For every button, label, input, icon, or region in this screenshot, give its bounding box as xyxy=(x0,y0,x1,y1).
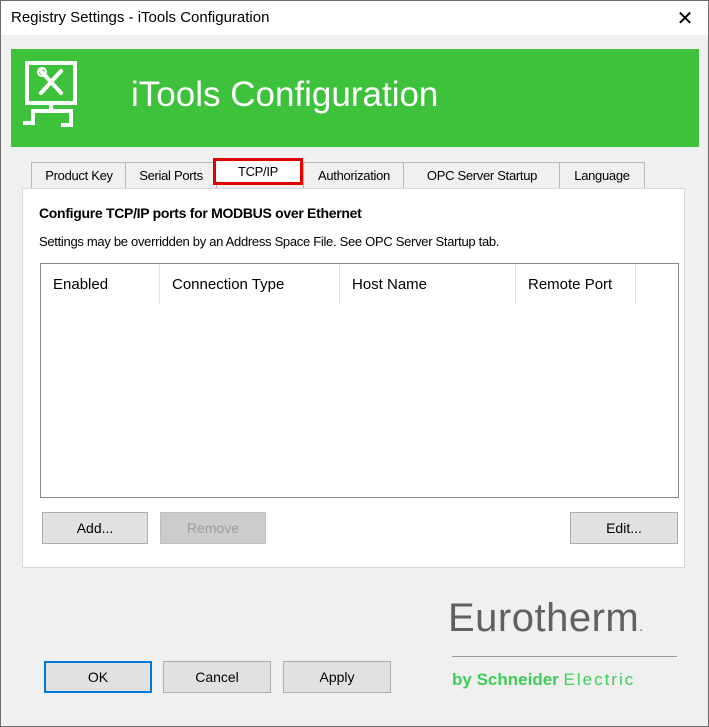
tools-monitor-icon xyxy=(23,61,77,127)
column-header-remote-port[interactable]: Remote Port xyxy=(516,264,636,304)
tab-authorization[interactable]: Authorization xyxy=(303,162,405,188)
tab-tcp-ip[interactable]: TCP/IP xyxy=(213,158,303,185)
tab-serial-ports[interactable]: Serial Ports xyxy=(125,162,217,188)
apply-button[interactable]: Apply xyxy=(283,661,391,693)
schneider-electric-byline: by Schneider Electric xyxy=(452,670,636,689)
column-header-enabled[interactable]: Enabled xyxy=(41,264,160,304)
eurotherm-logo: Eurotherm. xyxy=(448,596,644,640)
ok-button[interactable]: OK xyxy=(44,661,152,693)
tab-opc-server-startup[interactable]: OPC Server Startup xyxy=(403,162,561,188)
close-icon: ✕ xyxy=(676,7,694,30)
title-bar: Registry Settings - iTools Configuration… xyxy=(1,1,708,35)
add-button[interactable]: Add... xyxy=(42,512,148,544)
tab-product-key[interactable]: Product Key xyxy=(31,162,127,188)
header-banner: iTools Configuration xyxy=(11,49,699,147)
ports-list[interactable]: Enabled Connection Type Host Name Remote… xyxy=(40,263,679,498)
logo-divider xyxy=(452,656,677,657)
panel-heading: Configure TCP/IP ports for MODBUS over E… xyxy=(39,205,362,221)
window-title: Registry Settings - iTools Configuration xyxy=(11,9,270,26)
cancel-button[interactable]: Cancel xyxy=(163,661,271,693)
banner-title: iTools Configuration xyxy=(131,75,439,114)
column-header-connection-type[interactable]: Connection Type xyxy=(160,264,340,304)
close-button[interactable]: ✕ xyxy=(662,1,708,35)
edit-button[interactable]: Edit... xyxy=(570,512,678,544)
column-header-host-name[interactable]: Host Name xyxy=(340,264,516,304)
tab-language[interactable]: Language xyxy=(559,162,645,188)
remove-button[interactable]: Remove xyxy=(160,512,266,544)
panel-note: Settings may be overridden by an Address… xyxy=(39,234,500,249)
